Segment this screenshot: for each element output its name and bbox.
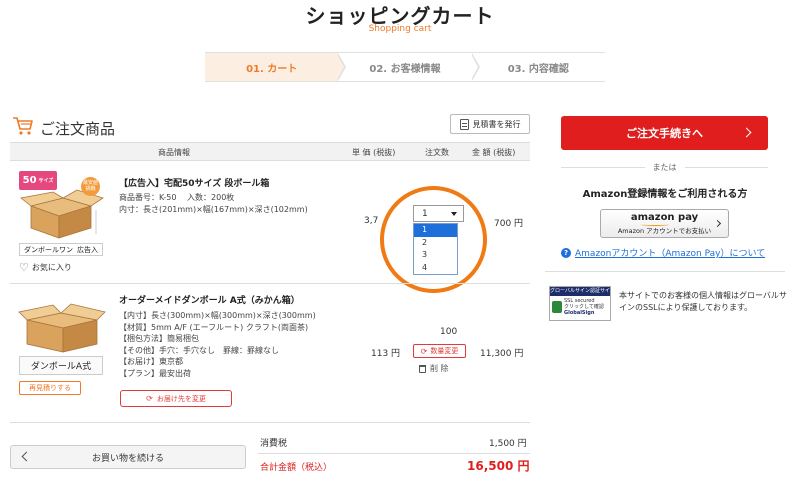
lowest-price-badge: 最安値挑戦	[81, 177, 100, 196]
issue-quote-button[interactable]: 見積書を発行	[450, 114, 530, 134]
section-title: ご注文商品	[40, 120, 116, 138]
chevron-right-icon	[741, 127, 752, 138]
product-dimensions: 内寸：長さ(201mm)×幅(167mm)×深さ(102mm)	[119, 205, 308, 214]
change-quantity-label: 数量変更	[430, 347, 459, 355]
size-badge-unit: サイズ	[38, 178, 54, 184]
divider-line	[684, 167, 768, 168]
brand-logo: ダンボールワン	[24, 245, 73, 254]
divider-line	[561, 167, 645, 168]
step-label: 02. お客様情報	[369, 63, 441, 75]
step-label: 03. 内容確認	[507, 63, 569, 75]
proceed-to-order-button[interactable]: ご注文手続きへ	[561, 116, 768, 150]
favorite-button[interactable]: ♡ お気に入り	[19, 262, 72, 273]
amazon-pay-subtext: Amazon アカウントでお支払い	[617, 227, 712, 235]
product-detail: 【プラン】最安出荷	[119, 368, 191, 378]
heart-icon: ♡	[19, 260, 29, 274]
product-detail: 【その他】手穴：手穴なし 罫線：罫線なし	[119, 345, 279, 355]
amazon-link-label: Amazonアカウント（Amazon Pay）について	[575, 249, 766, 259]
th-product: 商品情報	[158, 148, 190, 157]
order-button-label: ご注文手続きへ	[626, 127, 703, 140]
product-image-label: ダンボールA式	[19, 356, 103, 375]
line-amount: 700 円	[494, 219, 524, 229]
favorite-label: お気に入り	[31, 263, 72, 272]
row-divider	[10, 283, 530, 284]
panel-divider	[545, 271, 785, 272]
lock-icon	[552, 301, 562, 313]
ssl-brand: GlobalSign	[564, 310, 595, 316]
amazon-info-text: Amazon登録情報をご利用される方	[582, 189, 748, 200]
step-customer-info: 02. お客様情報	[338, 53, 480, 81]
step-arrow	[470, 53, 480, 81]
total-value: 16,500 円	[467, 459, 530, 473]
brand-tag: 広告入	[77, 245, 98, 254]
product-code: 商品番号：K-50 入数：200枚	[119, 193, 235, 202]
quote-button-label: 見積書を発行	[472, 119, 521, 129]
th-unit-price: 単 価 (税抜)	[352, 148, 396, 157]
product-name[interactable]: オーダーメイドダンボール A式（みかん箱）	[119, 293, 300, 306]
delete-button[interactable]: 削 除	[419, 363, 449, 374]
or-divider: または	[561, 162, 768, 173]
product-image-a-type-box[interactable]	[17, 300, 107, 355]
globalsign-ssl-seal[interactable]: グローバルサイン認証サイト SSL secured クリックして確認 Globa…	[549, 286, 611, 321]
line-amount: 11,300 円	[480, 349, 524, 359]
total-label: 合計金額（税込）	[260, 463, 333, 473]
change-destination-button[interactable]: ⟳ お届け先を変更	[120, 390, 232, 407]
step-cart: 01. カート	[205, 53, 347, 81]
totals-divider	[258, 453, 530, 454]
refresh-icon: ⟳	[146, 394, 153, 403]
page-subtitle: Shopping cart	[368, 24, 432, 34]
unit-price: 3,7	[364, 216, 379, 226]
size-badge: 50 サイズ	[19, 171, 57, 190]
highlight-circle	[380, 186, 487, 293]
cart-icon	[13, 117, 33, 135]
product-detail: 【梱包方法】簡易梱包	[119, 334, 199, 343]
product-detail: 【内寸】長さ(300mm)×幅(300mm)×深さ(300mm)	[119, 311, 316, 320]
step-label: 01. カート	[246, 63, 298, 75]
document-icon	[459, 118, 469, 130]
change-quantity-button[interactable]: ⟳ 数量変更	[413, 344, 466, 358]
table-header: 商品情報 単 価 (税抜) 注文数 金 額 (税抜)	[10, 142, 530, 161]
or-text: または	[652, 163, 677, 172]
amazon-pay-help-link[interactable]: ? Amazonアカウント（Amazon Pay）について	[561, 246, 765, 259]
product-detail: 【お届け】東京都	[119, 357, 183, 366]
delete-label: 削 除	[430, 364, 449, 373]
continue-shopping-button[interactable]: お買い物を続ける	[10, 445, 246, 469]
product-name[interactable]: 【広告入】宅配50サイズ 段ボール箱	[119, 176, 269, 189]
quantity-value: 100	[440, 327, 458, 337]
trash-icon	[419, 364, 426, 373]
size-badge-number: 50	[22, 175, 37, 186]
row-divider	[10, 422, 530, 423]
help-icon: ?	[561, 247, 571, 258]
change-destination-label: お届け先を変更	[156, 394, 206, 403]
ssl-seal-title: グローバルサイン認証サイト	[550, 287, 610, 303]
re-quote-button[interactable]: 再見積りする	[19, 381, 81, 395]
step-arrow	[337, 53, 347, 81]
amazon-pay-button[interactable]: amazon pay Amazon アカウントでお支払い	[600, 209, 729, 238]
tax-label: 消費税	[260, 439, 288, 449]
amazon-smile-icon	[641, 223, 669, 226]
unit-price: 113 円	[371, 349, 401, 359]
ssl-description: 本サイトでのお客様の個人情報はグローバルサインのSSLにより保護しております。	[619, 291, 787, 312]
tax-value: 1,500 円	[489, 439, 527, 449]
continue-shopping-label: お買い物を続ける	[91, 453, 164, 464]
step-confirm: 03. 内容確認	[472, 53, 605, 81]
checkout-steps: 01. カート 02. お客様情報 03. 内容確認	[205, 52, 605, 82]
brand-strip: ダンボールワン 広告入	[19, 243, 103, 256]
product-detail: 【材質】5mm A/F (エーフルート) クラフト(両面茶)	[119, 322, 309, 332]
th-quantity: 注文数	[425, 148, 449, 157]
amazon-pay-logo: amazon pay	[630, 212, 699, 223]
chevron-left-icon	[21, 451, 32, 462]
refresh-icon: ⟳	[420, 346, 428, 356]
th-amount: 金 額 (税抜)	[472, 148, 516, 157]
